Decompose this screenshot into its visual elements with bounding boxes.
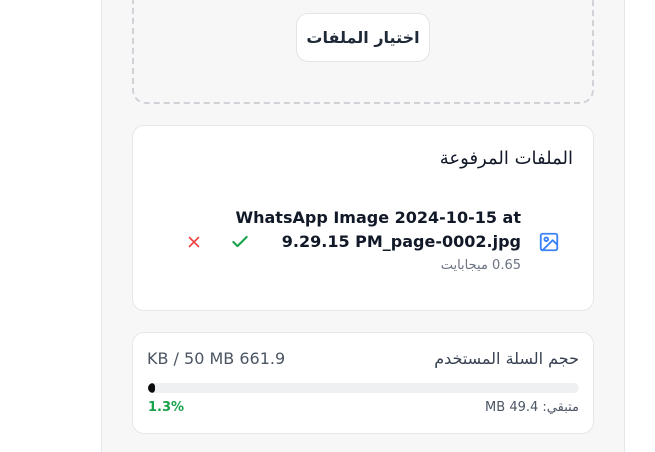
cart-usage-label: حجم السلة المستخدم — [434, 349, 579, 368]
cart-usage-value: 661.9 KB / 50 MB — [147, 349, 286, 368]
file-name: WhatsApp Image 2024-10-15 at 9.29.15 PM_… — [235, 208, 521, 251]
uploaded-files-title: الملفات المرفوعة — [439, 148, 573, 169]
usage-progress-fill — [148, 383, 155, 393]
close-icon[interactable] — [185, 233, 203, 251]
file-size: 0.65 ميجابايت — [440, 258, 521, 273]
remaining-space: متبقي: 49.4 MB — [485, 400, 579, 415]
usage-progress-bar — [148, 383, 579, 393]
choose-files-button[interactable]: اختيار الملفات — [296, 13, 430, 62]
uploaded-files-card: الملفات المرفوعة WhatsApp Image 2024-10-… — [132, 125, 594, 311]
image-icon — [539, 232, 559, 252]
usage-percent: 1.3% — [148, 400, 185, 415]
check-icon — [232, 235, 248, 248]
cart-usage-card: حجم السلة المستخدم 661.9 KB / 50 MB 1.3%… — [132, 332, 594, 434]
